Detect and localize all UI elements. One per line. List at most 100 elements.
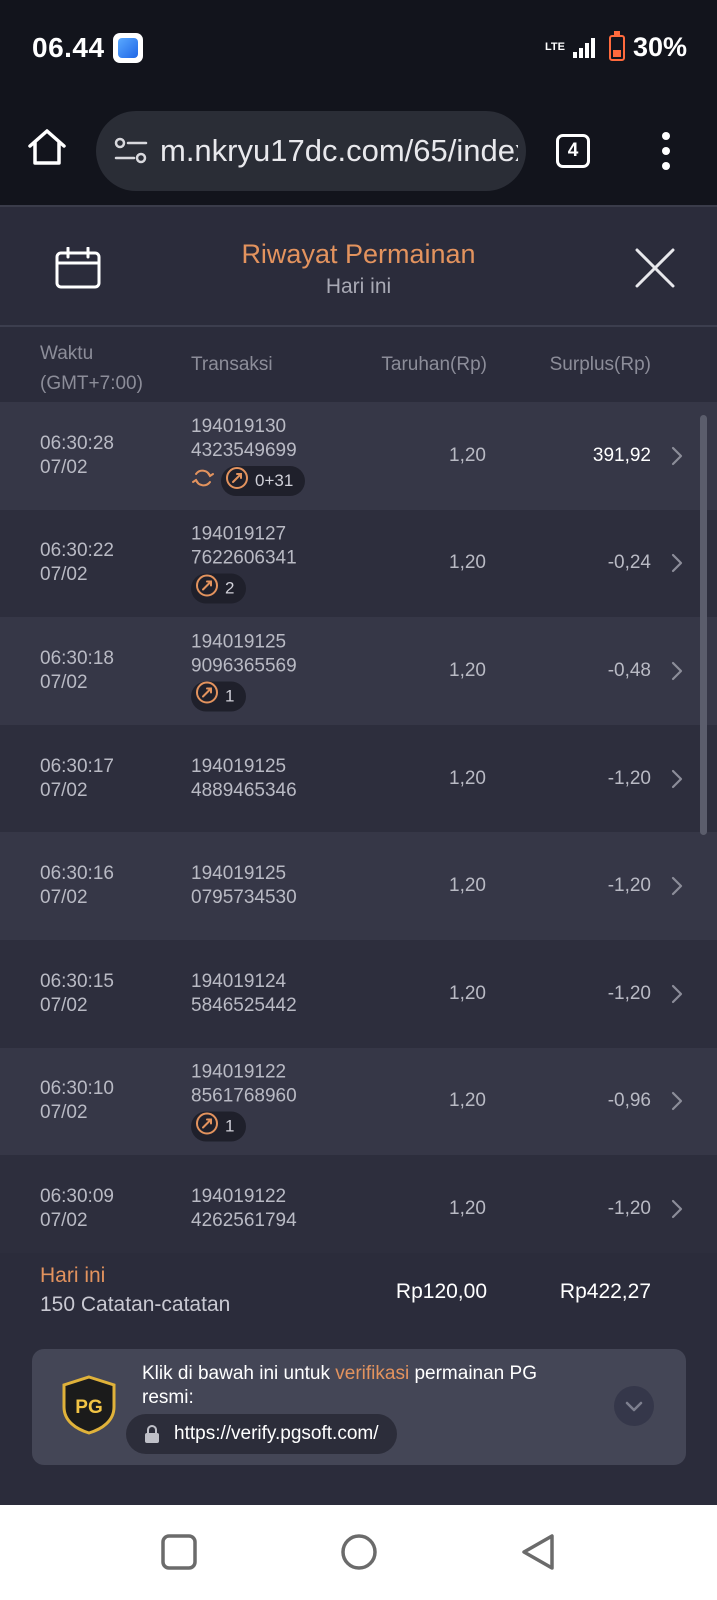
row-time-value: 06:30:22 [40, 540, 114, 562]
column-surplus: Surplus(Rp) [549, 354, 651, 375]
free-spin-icon [195, 681, 219, 712]
row-badges: 1 [191, 1111, 297, 1142]
free-spin-count: 2 [225, 578, 235, 598]
row-surplus: 391,92 [592, 444, 651, 466]
transaction-id-part1: 194019125 [191, 863, 287, 885]
row-date-value: 07/02 [40, 564, 88, 586]
chevron-right-icon[interactable] [670, 875, 684, 897]
row-date-value: 07/02 [40, 994, 88, 1016]
row-transaction: 194019122 8561768960 1 [191, 1061, 297, 1142]
url-text[interactable]: m.nkryu17dc.com/65/index [160, 133, 518, 169]
transaction-id-part1: 194019124 [191, 970, 287, 992]
summary-bar: Hari ini 150 Catatan-catatan Rp120,00 Rp… [0, 1253, 717, 1343]
transaction-id-part2: 8561768960 [191, 1085, 297, 1107]
verify-message: Klik di bawah ini untuk verifikasi perma… [142, 1362, 582, 1410]
row-transaction: 194019125 9096365569 1 [191, 630, 297, 712]
battery-icon [608, 30, 625, 61]
free-spin-badge: 1 [191, 681, 247, 712]
free-spin-count: 1 [225, 686, 235, 706]
summary-total-surplus: Rp422,27 [559, 1280, 651, 1303]
status-indicators: LTE 30% [544, 30, 687, 63]
row-time: 06:30:09 07/02 [40, 1185, 114, 1233]
row-transaction: 194019125 0795734530 [191, 862, 297, 910]
table-row[interactable]: 06:30:15 07/02 194019124 5846525442 1,20 -1,2… [0, 939, 717, 1048]
system-navigation-bar [0, 1505, 717, 1600]
signal-icon [572, 37, 595, 58]
row-surplus: -0,96 [607, 1090, 651, 1112]
row-surplus: -1,20 [607, 767, 651, 789]
row-date-value: 07/02 [40, 779, 88, 801]
browser-menu-icon[interactable] [660, 132, 672, 170]
row-date-value: 07/02 [40, 1102, 88, 1124]
row-transaction: 194019125 4889465346 [191, 755, 297, 803]
row-time: 06:30:16 07/02 [40, 862, 114, 910]
free-spin-count: 1 [225, 1116, 235, 1136]
expand-button[interactable] [614, 1386, 654, 1426]
verify-link[interactable]: https://verify.pgsoft.com/ [126, 1414, 397, 1454]
chevron-right-icon[interactable] [670, 660, 684, 682]
free-spin-badge: 1 [191, 1111, 247, 1142]
transaction-id-part1: 194019122 [191, 1185, 287, 1207]
back-icon[interactable] [519, 1532, 559, 1572]
home-icon[interactable] [26, 126, 68, 168]
scrollbar[interactable] [700, 415, 707, 835]
row-time-value: 06:30:16 [40, 863, 114, 885]
table-header: Waktu (GMT+7:00) Transaksi Taruhan(Rp) S… [0, 329, 717, 402]
verify-text-highlight: verifikasi [335, 1363, 410, 1384]
table-row[interactable]: 06:30:28 07/02 194019130 4323549699 0+31 1,20… [0, 402, 717, 510]
chevron-right-icon[interactable] [670, 1090, 684, 1112]
row-bet: 1,20 [449, 767, 486, 789]
column-time: Waktu (GMT+7:00) [40, 339, 143, 399]
chevron-right-icon[interactable] [670, 768, 684, 790]
row-time: 06:30:18 07/02 [40, 647, 114, 695]
close-icon[interactable] [634, 247, 676, 289]
table-row[interactable]: 06:30:16 07/02 194019125 0795734530 1,20 -1,2… [0, 832, 717, 940]
row-bet: 1,20 [449, 552, 486, 574]
row-bet: 1,20 [449, 659, 486, 681]
row-transaction: 194019127 7622606341 2 [191, 523, 297, 604]
row-time-value: 06:30:15 [40, 970, 114, 992]
site-settings-icon[interactable] [114, 135, 148, 167]
transaction-id-part1: 194019127 [191, 523, 287, 545]
row-surplus: -0,24 [607, 552, 651, 574]
table-row[interactable]: 06:30:22 07/02 194019127 7622606341 2 1,20 -0,… [0, 509, 717, 618]
history-list: 06:30:28 07/02 194019130 4323549699 0+31 1,20… [0, 402, 717, 1253]
chevron-right-icon[interactable] [670, 552, 684, 574]
transaction-id-part2: 5846525442 [191, 994, 297, 1016]
verify-link-text[interactable]: https://verify.pgsoft.com/ [174, 1423, 379, 1444]
status-bar: 06.44 LTE 30% [0, 0, 717, 96]
row-time: 06:30:17 07/02 [40, 755, 114, 803]
transaction-id-part1: 194019125 [191, 755, 287, 777]
app-notification-icon [113, 33, 143, 63]
row-date-value: 07/02 [40, 887, 88, 909]
transaction-id-part2: 4889465346 [191, 779, 297, 801]
recents-icon[interactable] [159, 1532, 199, 1572]
transaction-id-part2: 4323549699 [191, 439, 297, 461]
page-title: Riwayat Permainan [241, 239, 476, 269]
chevron-right-icon[interactable] [670, 1198, 684, 1220]
chevron-right-icon[interactable] [670, 983, 684, 1005]
table-row[interactable]: 06:30:10 07/02 194019122 8561768960 1 1,20 -0,… [0, 1047, 717, 1156]
row-transaction: 194019122 4262561794 [191, 1185, 297, 1233]
row-bet: 1,20 [449, 982, 486, 1004]
row-transaction: 194019130 4323549699 0+31 [191, 415, 306, 497]
row-transaction: 194019124 5846525442 [191, 970, 297, 1018]
chevron-down-icon [625, 1401, 643, 1412]
transaction-id-part2: 0795734530 [191, 887, 297, 909]
table-row[interactable]: 06:30:17 07/02 194019125 4889465346 1,20 -1,2… [0, 724, 717, 833]
row-time: 06:30:15 07/02 [40, 970, 114, 1018]
page-bottom-area [0, 1465, 717, 1505]
network-type-label: LTE [544, 41, 565, 53]
row-badges: 2 [191, 573, 297, 604]
address-bar[interactable]: m.nkryu17dc.com/65/index [96, 111, 526, 191]
table-row[interactable]: 06:30:09 07/02 194019122 4262561794 1,20 -1,2… [0, 1155, 717, 1253]
transaction-id-part2: 9096365569 [191, 655, 297, 677]
transaction-id-part2: 4262561794 [191, 1209, 297, 1231]
tab-switcher-button[interactable]: 4 [556, 134, 590, 168]
table-row[interactable]: 06:30:18 07/02 194019125 9096365569 1 1,20 -0,… [0, 617, 717, 725]
row-surplus: -0,48 [607, 659, 651, 681]
row-surplus: -1,20 [607, 982, 651, 1004]
home-nav-icon[interactable] [339, 1532, 379, 1572]
transaction-id-part2: 7622606341 [191, 547, 297, 569]
chevron-right-icon[interactable] [670, 445, 684, 467]
